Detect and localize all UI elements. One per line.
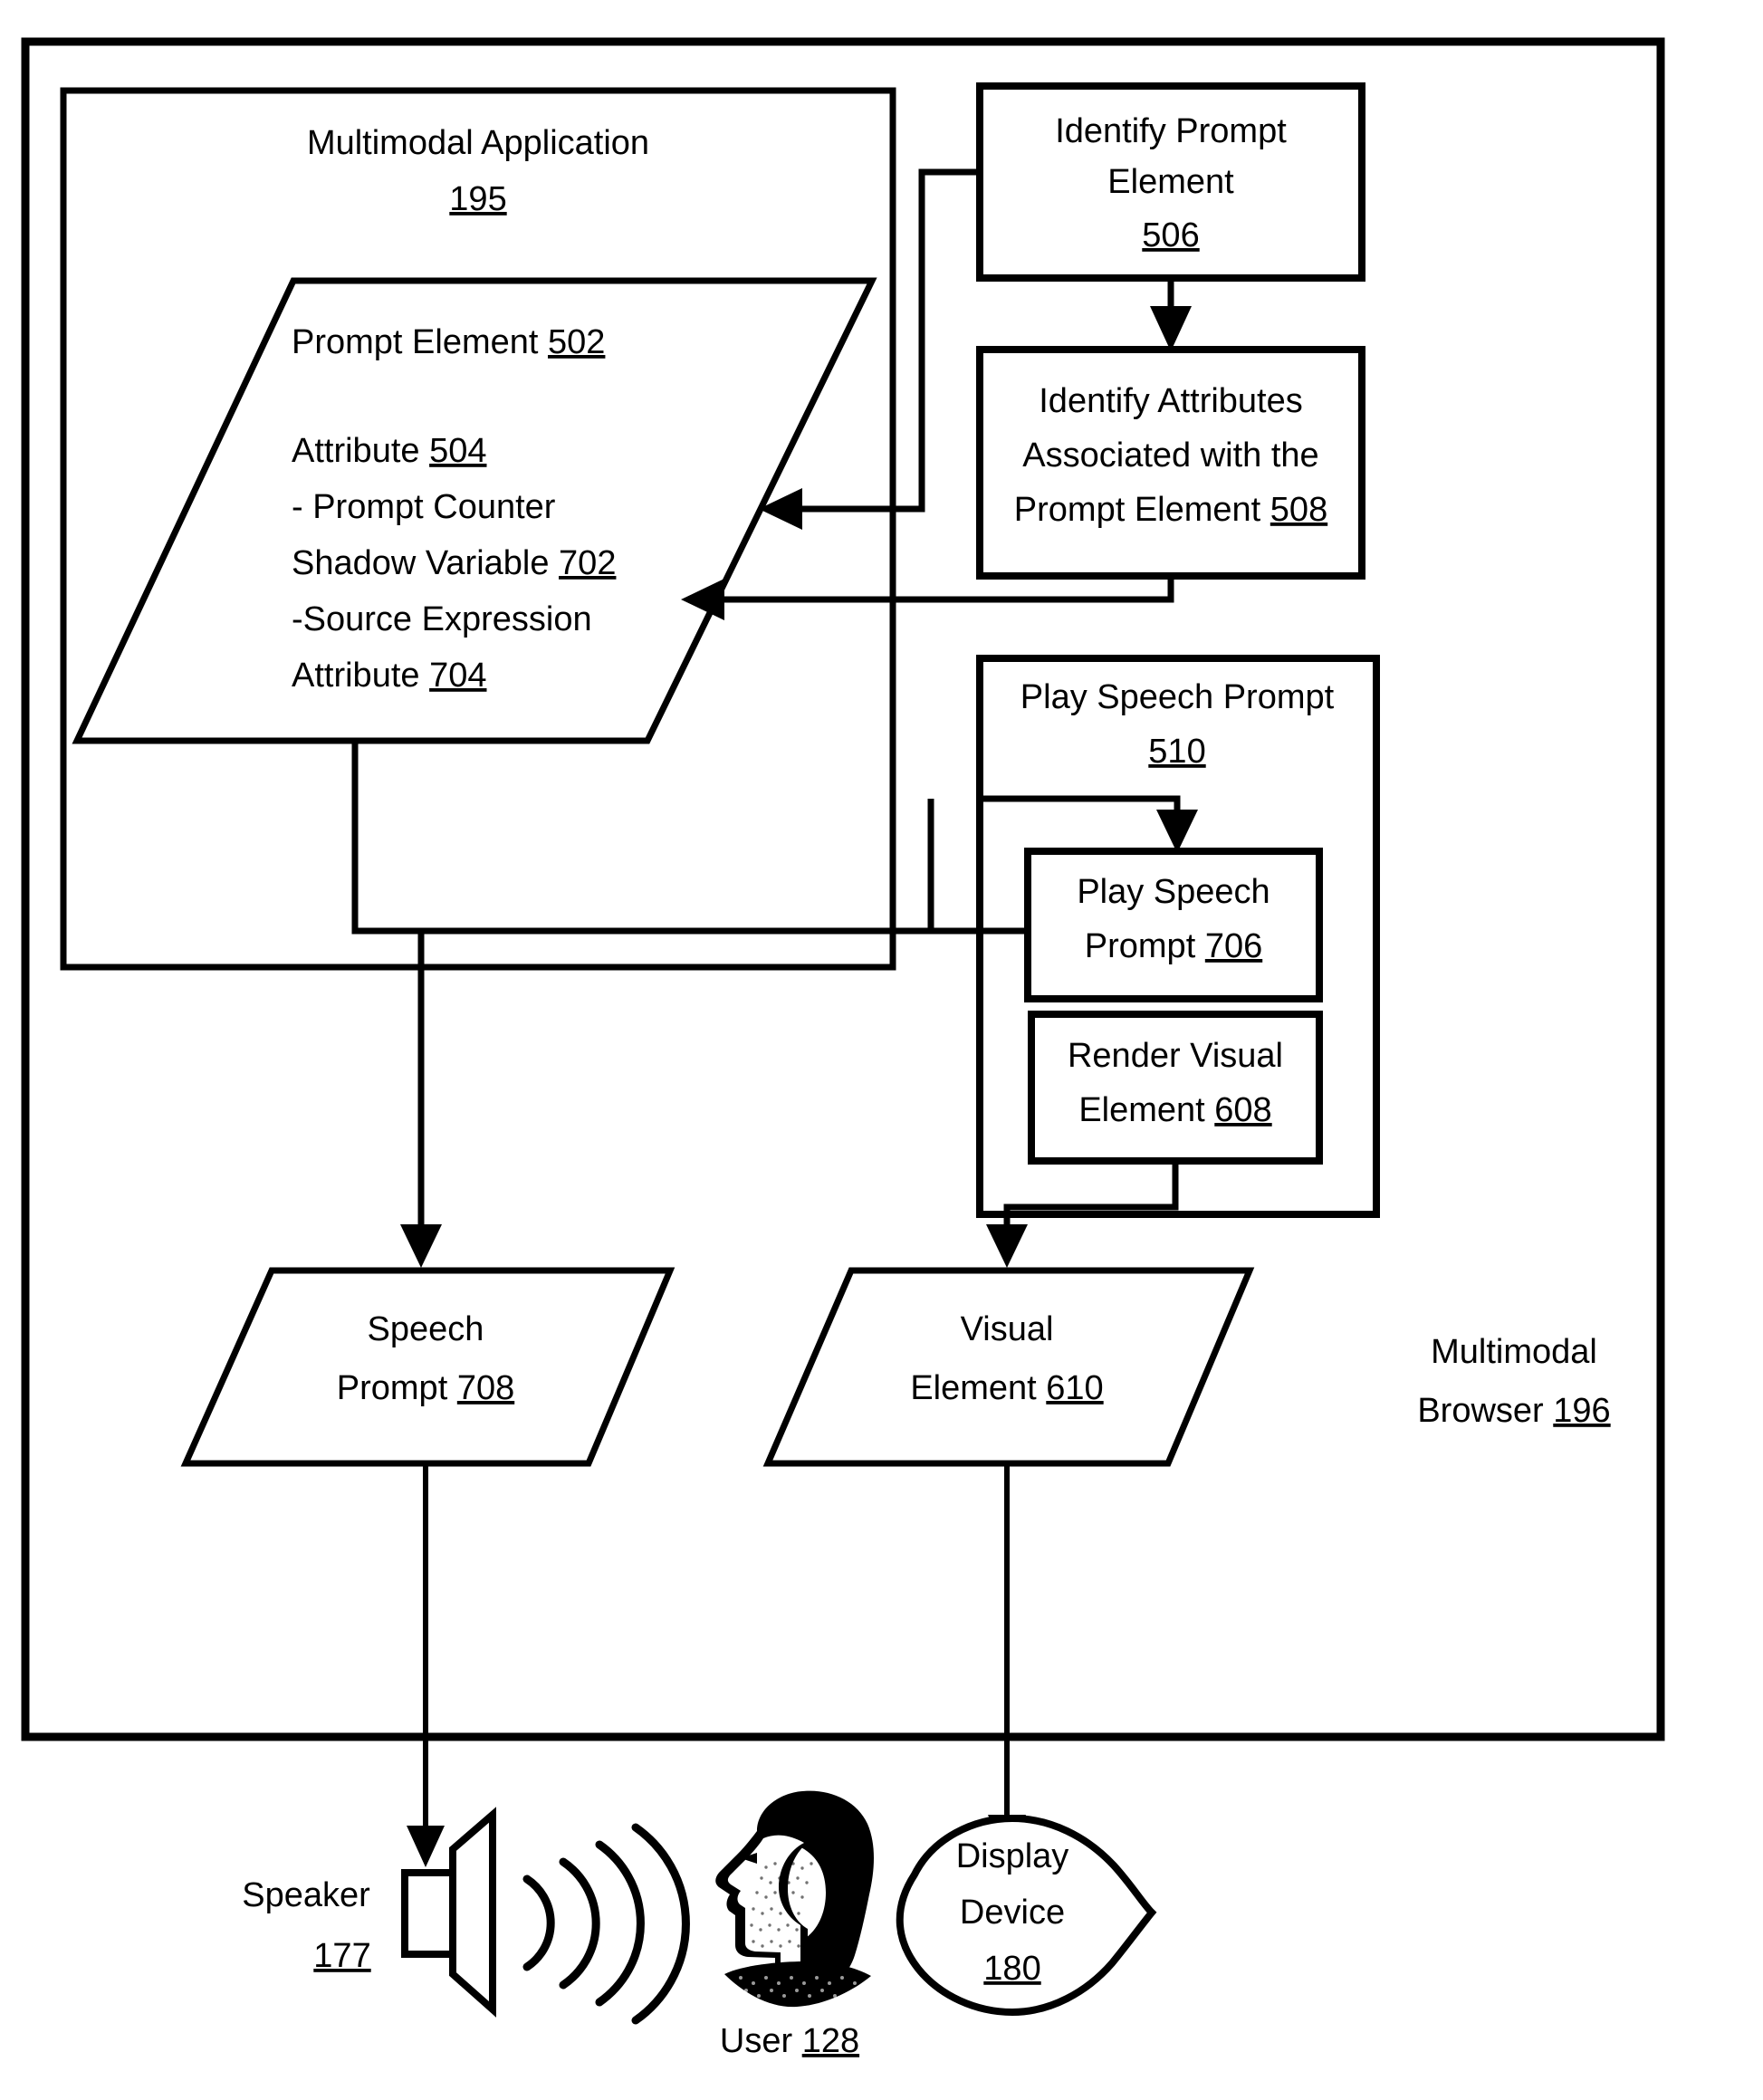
play-speech-prompt-706-line2: Prompt 706 [1085,927,1262,965]
speech-prompt-708-line2: Prompt 708 [337,1369,514,1407]
visual-element-610-line1: Visual [961,1310,1054,1348]
play-speech-prompt-group-number: 510 [1148,733,1205,771]
sound-waves-icon [522,1823,690,2025]
identify-prompt-element-line2: Element [1107,163,1234,201]
display-device-number: 180 [983,1950,1040,1988]
speech-prompt-708-line1: Speech [368,1310,484,1348]
patent-flow-diagram: Multimodal Application 195 Prompt Elemen… [21,37,1665,2060]
speech-prompt-708-parallelogram [180,1267,675,1467]
render-visual-element-608-line1: Render Visual [1068,1037,1283,1075]
play-speech-prompt-group-title: Play Speech Prompt [1020,678,1335,716]
visual-element-610-line2: Element 610 [910,1369,1103,1407]
render-visual-element-608-line2: Element 608 [1078,1091,1271,1129]
multimodal-browser-label-line1: Multimodal [1431,1333,1597,1371]
display-device-line1: Display [956,1837,1069,1875]
prompt-counter-label: - Prompt Counter [292,488,556,526]
multimodal-application-number: 195 [449,180,506,218]
identify-attributes-line2: Associated with the [1022,436,1318,475]
visual-element-610-parallelogram [762,1267,1255,1467]
identify-prompt-element-line1: Identify Prompt [1055,112,1287,150]
user-label: User 128 [720,2022,859,2060]
attribute-label: Attribute 504 [292,432,487,470]
user-head-icon [715,1790,874,2008]
speaker-label: Speaker [242,1876,370,1914]
source-expression-attribute-label: Attribute 704 [292,657,487,695]
multimodal-application-title: Multimodal Application [307,124,649,162]
identify-prompt-element-number: 506 [1142,216,1199,254]
arrowhead-to-speaker [407,1826,445,1867]
speaker-number: 177 [313,1937,370,1975]
identify-attributes-line3: Prompt Element 508 [1014,491,1327,529]
multimodal-browser-label-line2: Browser 196 [1417,1392,1610,1430]
play-speech-prompt-706-line1: Play Speech [1077,873,1270,911]
display-device-line2: Device [960,1894,1065,1932]
shadow-variable-label: Shadow Variable 702 [292,544,616,582]
identify-attributes-line1: Identify Attributes [1039,382,1303,420]
prompt-element-label: Prompt Element 502 [292,323,605,361]
source-expression-label: -Source Expression [292,600,592,638]
figure-canvas: Multimodal Application 195 Prompt Elemen… [0,0,1763,2100]
